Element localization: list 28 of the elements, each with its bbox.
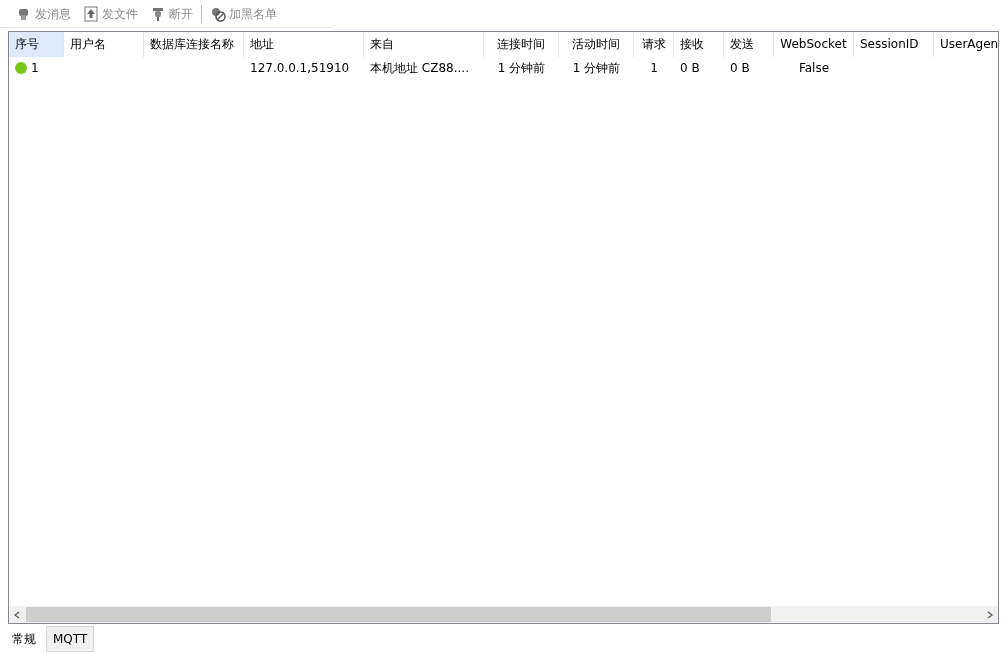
column-header[interactable]: 地址 bbox=[244, 32, 364, 57]
table-cell-text: 1 bbox=[649, 60, 659, 77]
table-cell-text: 0 B bbox=[729, 60, 751, 77]
scrollbar-thumb[interactable] bbox=[26, 607, 771, 622]
block-icon bbox=[210, 5, 226, 22]
column-header[interactable]: 来自 bbox=[364, 32, 484, 57]
table-cell-text: 本机地址 CZ88.... bbox=[369, 60, 470, 77]
table-cell-text: 0 B bbox=[679, 60, 701, 77]
column-header[interactable]: 发送 bbox=[724, 32, 774, 57]
column-header[interactable]: 数据库连接名称 bbox=[144, 32, 244, 57]
table-cell-text: 127.0.0.1,51910 bbox=[249, 60, 351, 77]
column-header[interactable]: 请求 bbox=[634, 32, 674, 57]
column-header[interactable]: WebSocket bbox=[774, 32, 854, 57]
plug-icon bbox=[150, 5, 166, 22]
tab[interactable]: MQTT bbox=[46, 626, 95, 652]
column-header[interactable]: 序号 bbox=[9, 32, 64, 57]
column-header[interactable]: 活动时间 bbox=[559, 32, 634, 57]
table-cell: 1 bbox=[31, 61, 39, 75]
tab[interactable]: 常规 bbox=[6, 626, 42, 652]
upload-icon bbox=[83, 5, 99, 22]
column-header[interactable]: 用户名 bbox=[64, 32, 144, 57]
table-cell-text: 1 分钟前 bbox=[496, 60, 547, 77]
column-header[interactable]: SessionID bbox=[854, 32, 934, 57]
column-header[interactable]: UserAgen bbox=[934, 32, 998, 57]
column-header[interactable]: 接收 bbox=[674, 32, 724, 57]
table-cell-text: 1 分钟前 bbox=[571, 60, 622, 77]
column-header[interactable]: 连接时间 bbox=[484, 32, 559, 57]
table-cell-text: False bbox=[797, 60, 831, 77]
